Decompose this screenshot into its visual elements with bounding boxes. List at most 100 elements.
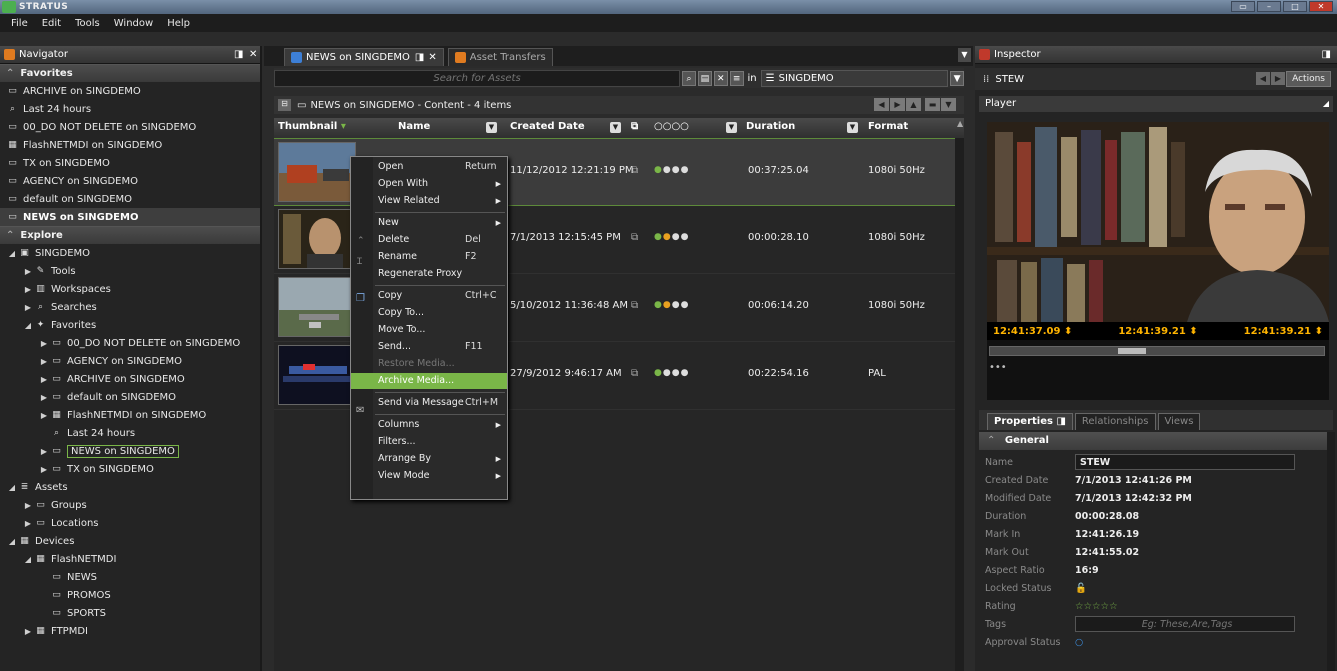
context-menu-item[interactable]: Send... F11 (351, 339, 507, 355)
tree-item[interactable]: ◢ ▦ Devices (0, 532, 260, 550)
property-value[interactable]: ○ (1075, 634, 1083, 651)
chevron-down-icon[interactable]: ▼ (941, 98, 956, 111)
close-window-button[interactable]: ✕ (1309, 1, 1333, 12)
context-menu-item[interactable]: Move To... (351, 322, 507, 338)
menu-window[interactable]: Window (107, 18, 160, 29)
context-menu-item[interactable]: Send via Message Ctrl+M (351, 395, 507, 411)
actions-button[interactable]: Actions (1286, 71, 1331, 87)
timecode-in[interactable]: 12:41:37.09 ⬍ (993, 326, 1072, 337)
back-arrow-icon[interactable]: ◀ (874, 98, 889, 111)
next-arrow-icon[interactable]: ▶ (1271, 72, 1285, 85)
favorites-section-header[interactable]: ⌃ Favorites (0, 64, 260, 82)
tree-item[interactable]: ▶ ▭ TX on SINGDEMO (0, 460, 260, 478)
context-menu-item[interactable]: Rename F2 (351, 249, 507, 265)
tree-item[interactable]: ▶ ▭ ARCHIVE on SINGDEMO (0, 370, 260, 388)
scrub-handle[interactable] (1118, 348, 1146, 354)
favorite-item[interactable]: ▭ default on SINGDEMO (0, 190, 260, 208)
tags-input[interactable] (1075, 616, 1295, 632)
favorite-item[interactable]: ▦ FlashNETMDI on SINGDEMO (0, 136, 260, 154)
up-arrow-icon[interactable]: ▲ (906, 98, 921, 111)
tree-item[interactable]: ▭ SPORTS (0, 604, 260, 622)
explore-section-header[interactable]: ⌃ Explore (0, 226, 260, 244)
filter-icon[interactable]: ▼ (726, 122, 737, 133)
tab-views[interactable]: Views (1157, 413, 1201, 430)
collapse-arrow-icon[interactable]: ◢ (22, 555, 34, 564)
context-menu-item[interactable]: Arrange By ▶ (351, 451, 507, 467)
context-menu-item[interactable]: New ▶ (351, 215, 507, 231)
tab-relationships[interactable]: Relationships (1074, 413, 1156, 430)
collapse-icon[interactable]: ◢ (1323, 96, 1329, 112)
scroll-up-icon[interactable]: ▲ (957, 119, 963, 128)
tree-item[interactable]: ▭ NEWS (0, 568, 260, 586)
property-value[interactable]: 🔓 (1075, 580, 1087, 597)
expand-arrow-icon[interactable]: ▶ (38, 447, 50, 456)
tree-item[interactable]: ⌕ Last 24 hours (0, 424, 260, 442)
context-menu-item[interactable]: Delete Del (351, 232, 507, 248)
menu-tools[interactable]: Tools (68, 18, 107, 29)
filter-icon[interactable]: ▼ (486, 122, 497, 133)
expand-arrow-icon[interactable]: ▶ (22, 501, 34, 510)
thumbnail-image[interactable] (278, 345, 356, 405)
column-name[interactable]: Name (398, 121, 430, 132)
minimize-button[interactable]: – (1257, 1, 1281, 12)
save-search-icon[interactable]: ▤ (697, 70, 712, 86)
name-field[interactable] (1075, 454, 1295, 470)
context-menu-item[interactable]: View Related ▶ (351, 193, 507, 209)
view-mode-icon[interactable]: ▬ (925, 98, 940, 111)
timecode-out[interactable]: 12:41:39.21 ⬍ (1244, 326, 1323, 337)
collapse-arrow-icon[interactable]: ◢ (22, 321, 34, 330)
tree-item[interactable]: ▶ ▭ Groups (0, 496, 260, 514)
menu-file[interactable]: File (4, 18, 35, 29)
column-format[interactable]: Format (868, 121, 908, 132)
menu-help[interactable]: Help (160, 18, 197, 29)
favorite-item[interactable]: ▭ NEWS on SINGDEMO (0, 208, 260, 226)
tree-item[interactable]: ▶ ▭ NEWS on SINGDEMO (0, 442, 260, 460)
context-menu-item[interactable]: Filters... (351, 434, 507, 450)
expand-arrow-icon[interactable]: ▶ (38, 357, 50, 366)
maximize-button[interactable]: □ (1283, 1, 1307, 12)
column-duration[interactable]: Duration (746, 121, 795, 132)
tree-item[interactable]: ◢ ✦ Favorites (0, 316, 260, 334)
scrub-bar[interactable] (989, 346, 1325, 356)
filter-options-icon[interactable]: ≡ (729, 70, 744, 86)
menu-edit[interactable]: Edit (35, 18, 68, 29)
favorite-item[interactable]: ▭ ARCHIVE on SINGDEMO (0, 82, 260, 100)
expand-arrow-icon[interactable]: ▶ (38, 465, 50, 474)
dock-icon[interactable]: ◨ (1322, 49, 1331, 60)
previous-arrow-icon[interactable]: ◀ (1256, 72, 1270, 85)
context-menu-item[interactable]: View Mode ▶ (351, 468, 507, 484)
context-menu-item[interactable]: Open With ▶ (351, 176, 507, 192)
video-player[interactable] (987, 122, 1329, 400)
close-icon[interactable]: ✕ (428, 52, 436, 63)
expand-arrow-icon[interactable]: ▶ (22, 627, 34, 636)
tab-news-on-singdemo[interactable]: NEWS on SINGDEMO ◨ ✕ (284, 48, 444, 66)
expand-arrow-icon[interactable]: ▶ (22, 285, 34, 294)
expand-arrow-icon[interactable]: ▶ (22, 267, 34, 276)
context-menu-item[interactable]: Open Return (351, 159, 507, 175)
column-status[interactable]: ○○○○ (654, 121, 689, 132)
search-icon[interactable]: ⌕ (682, 70, 696, 86)
tab-properties[interactable]: Properties ◨ (987, 413, 1073, 430)
clear-search-icon[interactable]: ✕ (713, 70, 728, 86)
tree-item[interactable]: ◢ ▣ SINGDEMO (0, 244, 260, 262)
search-input[interactable] (274, 69, 681, 87)
context-menu-item[interactable]: Regenerate Proxy (351, 266, 507, 282)
column-created-date[interactable]: Created Date (510, 121, 585, 132)
favorite-item[interactable]: ▭ TX on SINGDEMO (0, 154, 260, 172)
general-section-header[interactable]: ⌃ General (979, 432, 1329, 450)
filter-icon[interactable]: ▼ (610, 122, 621, 133)
tab-asset-transfers[interactable]: Asset Transfers (447, 48, 553, 66)
panel-menu-chevron-down-icon[interactable]: ▼ (958, 48, 971, 62)
collapse-arrow-icon[interactable]: ◢ (6, 249, 18, 258)
column-thumbnail[interactable]: Thumbnail ▾ (278, 121, 346, 132)
collapse-arrow-icon[interactable]: ◢ (6, 483, 18, 492)
tree-item[interactable]: ▶ ▭ Locations (0, 514, 260, 532)
context-menu-item[interactable]: Archive Media... (351, 373, 507, 389)
view-toggle-icon[interactable]: ⊟ (278, 99, 291, 111)
restore-window-button[interactable]: ▭ (1231, 1, 1255, 12)
thumbnail-image[interactable] (278, 142, 356, 202)
tree-item[interactable]: ▶ ▭ AGENCY on SINGDEMO (0, 352, 260, 370)
copy-column-icon[interactable]: ⧉ (631, 121, 638, 132)
timecode-current[interactable]: 12:41:39.21 ⬍ (1118, 326, 1197, 337)
dock-icon[interactable]: ◨ (415, 52, 424, 63)
